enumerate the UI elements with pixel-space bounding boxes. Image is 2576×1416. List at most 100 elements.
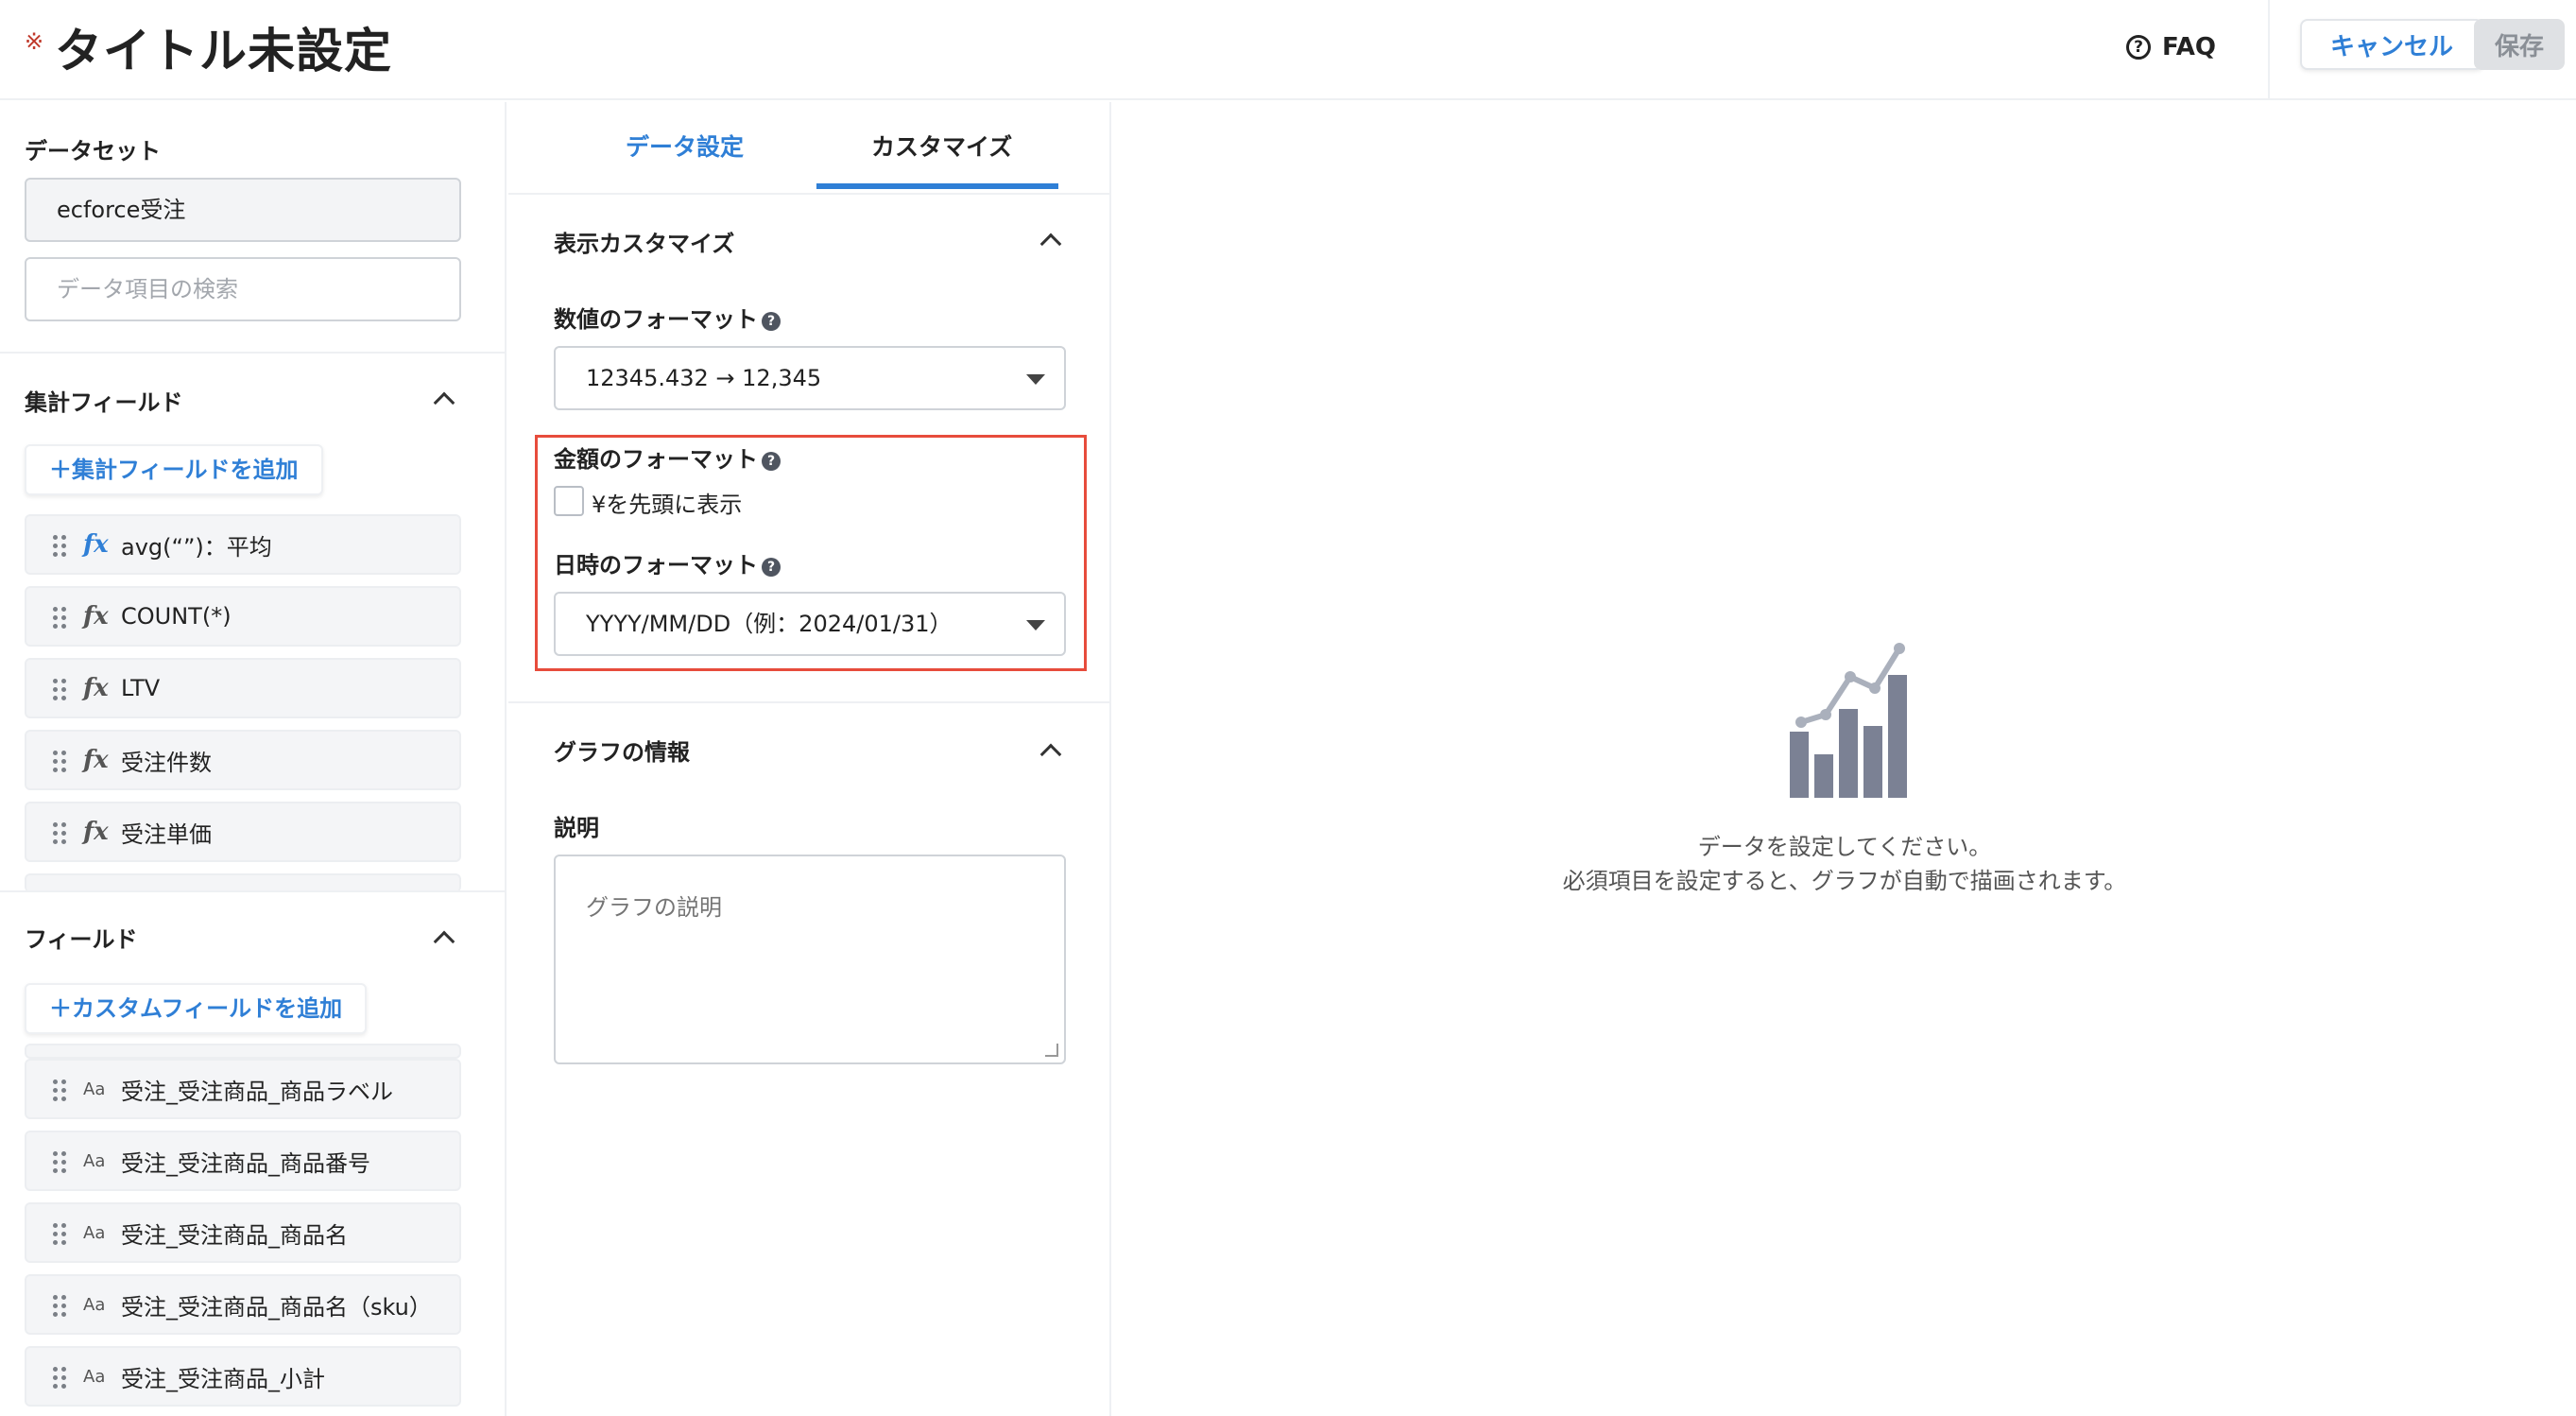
tab-customize[interactable]: カスタマイズ: [871, 129, 1012, 163]
aggregate-field-item[interactable]: fx LTV: [25, 658, 461, 718]
add-aggregate-field-button[interactable]: ＋集計フィールドを追加: [25, 444, 323, 495]
aggregate-field-item[interactable]: fx COUNT(*): [25, 586, 461, 647]
help-icon[interactable]: ?: [762, 558, 781, 577]
text-type-icon: Aa: [83, 1294, 106, 1315]
help-icon[interactable]: ?: [762, 452, 781, 471]
item-label: 受注_受注商品_小計: [121, 1365, 325, 1392]
field-item[interactable]: Aa 受注_受注商品_商品ラベル: [25, 1059, 461, 1119]
field-search-input[interactable]: [25, 257, 461, 321]
item-label: LTV: [121, 675, 161, 701]
number-format-value: 12345.432 → 12,345: [586, 365, 822, 391]
date-format-label: 日時のフォーマット?: [554, 546, 781, 579]
drag-handle-icon[interactable]: [53, 1223, 66, 1245]
page-title[interactable]: タイトル未設定: [55, 13, 392, 81]
divider: [0, 352, 505, 354]
description-label: 説明: [554, 815, 599, 841]
text-type-icon: Aa: [83, 1150, 106, 1171]
bar-2: [1814, 754, 1833, 798]
faq-link[interactable]: ? FAQ: [2126, 26, 2216, 68]
caret-down-icon: [1026, 620, 1045, 630]
number-format-label: 数値のフォーマット?: [554, 301, 781, 334]
unsaved-mark: ※: [25, 28, 44, 55]
settings-panel: データ設定 カスタマイズ 表示カスタマイズ 数値のフォーマット? 12345.4…: [508, 102, 1111, 1416]
drag-handle-icon[interactable]: [53, 751, 66, 772]
empty-state-hint: 必須項目を設定すると、グラフが自動で描画されます。: [1562, 868, 2127, 894]
save-button[interactable]: 保存: [2474, 19, 2565, 70]
caret-down-icon: [1026, 374, 1045, 385]
currency-format-label-text: 金額のフォーマット: [554, 446, 758, 473]
description-textarea[interactable]: [554, 855, 1066, 1064]
chevron-up-icon[interactable]: [433, 930, 455, 953]
field-section-title: フィールド: [25, 926, 138, 953]
bar-4: [1863, 726, 1882, 798]
aggregate-field-item[interactable]: fx avg(“”)：平均: [25, 514, 461, 575]
drag-handle-icon[interactable]: [53, 1151, 66, 1173]
aggregate-field-item[interactable]: fx 受注単価: [25, 802, 461, 862]
chevron-up-icon[interactable]: [1039, 233, 1062, 255]
number-format-select[interactable]: 12345.432 → 12,345: [554, 346, 1066, 410]
cancel-button[interactable]: キャンセル: [2300, 19, 2483, 70]
tab-data-settings[interactable]: データ設定: [626, 129, 744, 163]
drag-handle-icon[interactable]: [53, 1295, 66, 1317]
date-format-select[interactable]: YYYY/MM/DD（例：2024/01/31）: [554, 592, 1066, 656]
trend-point: [1795, 717, 1807, 728]
header-divider: [2268, 0, 2270, 100]
aggregate-section-title: 集計フィールド: [25, 389, 183, 416]
bar-1: [1790, 732, 1809, 798]
field-item[interactable]: Aa 受注_受注商品_商品番号: [25, 1131, 461, 1191]
divider: [0, 890, 505, 892]
display-section-title: 表示カスタマイズ: [554, 231, 735, 257]
item-label: 受注件数: [121, 749, 212, 776]
number-format-label-text: 数値のフォーマット: [554, 306, 758, 333]
item-label: 受注_受注商品_商品名: [121, 1221, 348, 1249]
drag-handle-icon[interactable]: [53, 535, 66, 557]
help-icon[interactable]: ?: [762, 312, 781, 331]
empty-state-message: データを設定してください。: [1697, 834, 1992, 860]
question-circle-icon: ?: [2126, 35, 2151, 60]
drag-handle-icon[interactable]: [53, 1367, 66, 1389]
active-tab-indicator: [816, 183, 1058, 189]
item-label: 受注_受注商品_商品ラベル: [121, 1078, 393, 1105]
function-icon: fx: [83, 674, 109, 702]
trend-point: [1820, 709, 1831, 720]
aggregate-field-item[interactable]: fx 受注件数: [25, 730, 461, 790]
faq-label: FAQ: [2162, 33, 2217, 61]
text-type-icon: Aa: [83, 1079, 106, 1099]
add-custom-field-button[interactable]: ＋カスタムフィールドを追加: [25, 983, 368, 1034]
aggregate-field-item-partial: [25, 873, 461, 892]
divider: [508, 701, 1111, 703]
text-type-icon: Aa: [83, 1222, 106, 1243]
drag-handle-icon[interactable]: [53, 679, 66, 700]
bar-5: [1888, 675, 1907, 798]
item-label: 受注_受注商品_商品番号: [121, 1149, 370, 1177]
chevron-up-icon[interactable]: [433, 391, 455, 414]
dataset-select[interactable]: ecforce受注: [25, 178, 461, 242]
drag-handle-icon[interactable]: [53, 822, 66, 844]
item-label: avg(“”)：平均: [121, 533, 272, 561]
drag-handle-icon[interactable]: [53, 607, 66, 629]
yen-prefix-label[interactable]: ¥を先頭に表示: [592, 486, 742, 519]
text-type-icon: Aa: [83, 1366, 106, 1387]
date-format-label-text: 日時のフォーマット: [554, 552, 758, 578]
header: ※ タイトル未設定 ? FAQ キャンセル 保存: [0, 0, 2576, 100]
drag-handle-icon[interactable]: [53, 1079, 66, 1101]
chevron-up-icon[interactable]: [1039, 743, 1062, 766]
function-icon: fx: [83, 602, 109, 630]
yen-prefix-checkbox[interactable]: [554, 486, 584, 516]
trend-point: [1869, 682, 1880, 694]
resize-handle-icon[interactable]: [1045, 1044, 1058, 1057]
bar-3: [1839, 709, 1858, 798]
chart-placeholder-icon: [1790, 643, 1907, 798]
tab-divider: [508, 193, 1111, 195]
field-item[interactable]: Aa 受注_受注商品_商品名（sku）: [25, 1274, 461, 1335]
function-icon: fx: [83, 818, 109, 846]
function-icon: fx: [83, 530, 109, 559]
trend-point: [1894, 643, 1905, 654]
item-label: 受注_受注商品_商品名（sku）: [121, 1293, 432, 1321]
field-item-partial: [25, 1044, 461, 1059]
left-panel: データセット ecforce受注 集計フィールド ＋集計フィールドを追加 fx …: [0, 102, 507, 1416]
graph-info-section-title: グラフの情報: [554, 739, 690, 766]
field-item[interactable]: Aa 受注_受注商品_小計: [25, 1346, 461, 1407]
item-label: 受注単価: [121, 820, 212, 848]
field-item[interactable]: Aa 受注_受注商品_商品名: [25, 1202, 461, 1263]
